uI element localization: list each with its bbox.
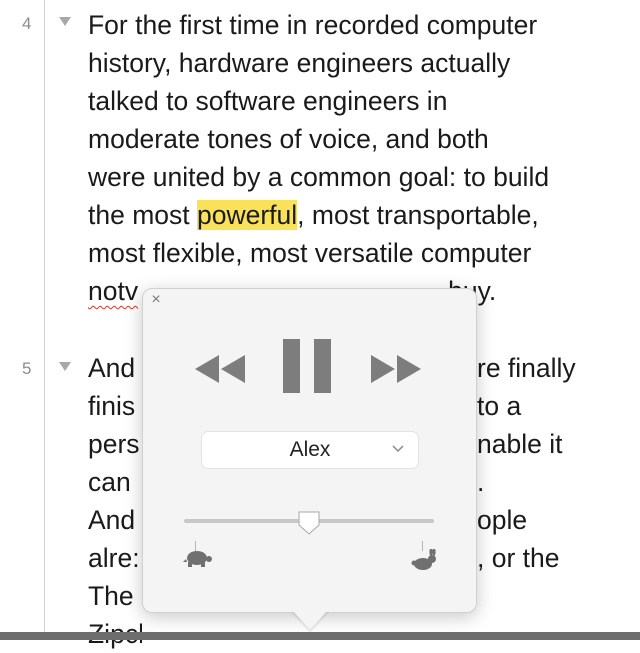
- voice-dropdown[interactable]: Alex: [202, 432, 418, 468]
- paragraph-number: 5: [22, 359, 32, 378]
- text-fragment: , most transportable,: [297, 200, 539, 230]
- text-line: nable it: [477, 429, 563, 459]
- fast-forward-icon[interactable]: [369, 353, 423, 385]
- highlighted-word: powerful: [197, 200, 298, 230]
- speech-rate-slider[interactable]: [184, 511, 434, 535]
- pause-icon[interactable]: [283, 339, 333, 395]
- text-line: the most powerful, most transportable,: [88, 196, 640, 234]
- text-line: The: [88, 581, 134, 611]
- text-line: ople: [477, 505, 528, 535]
- status-bar: [0, 632, 640, 640]
- transport-controls: [143, 333, 476, 403]
- disclosure-triangle-icon[interactable]: [59, 362, 71, 371]
- text-line: most flexible, most versatile computer: [88, 238, 532, 268]
- text-line: were united by a common goal: to build: [88, 162, 550, 192]
- paragraph-text[interactable]: For the first time in recorded computer …: [88, 6, 640, 310]
- rabbit-icon: [411, 549, 436, 570]
- paragraph-text-right[interactable]: re finally to a nable it . ople , or the: [477, 349, 640, 577]
- text-line: And: [88, 505, 136, 535]
- paragraph-number: 4: [22, 14, 32, 33]
- text-line: talked to software engineers in: [88, 86, 448, 116]
- voice-value: Alex: [289, 438, 331, 461]
- text-fragment: the most: [88, 200, 197, 230]
- slider-thumb[interactable]: [297, 510, 321, 536]
- text-line: .: [477, 467, 485, 497]
- popover-arrow: [292, 610, 328, 630]
- paragraph-text-left[interactable]: And finis pers can And alre: The Zipchip…: [88, 349, 142, 653]
- text-line: to a: [477, 391, 522, 421]
- text-line: pers: [88, 429, 140, 459]
- gutter-divider: [44, 0, 45, 640]
- text-line: And: [88, 353, 136, 383]
- text-line: alre:: [88, 543, 140, 573]
- text-line: , or the: [477, 543, 560, 573]
- text-line: history, hardware engineers actually: [88, 48, 511, 78]
- disclosure-triangle-icon[interactable]: [59, 17, 71, 26]
- turtle-icon: [183, 551, 212, 567]
- misspelled-word[interactable]: notv: [88, 276, 138, 306]
- rewind-icon[interactable]: [193, 353, 247, 385]
- speech-popover: × Alex: [142, 288, 477, 613]
- text-line: moderate tones of voice, and both: [88, 124, 489, 154]
- chevron-down-icon: [392, 445, 404, 453]
- text-line: For the first time in recorded computer: [88, 10, 538, 40]
- close-button[interactable]: ×: [147, 291, 165, 309]
- text-line: can: [88, 467, 131, 497]
- text-line: finis: [88, 391, 136, 421]
- text-line: re finally: [477, 353, 576, 383]
